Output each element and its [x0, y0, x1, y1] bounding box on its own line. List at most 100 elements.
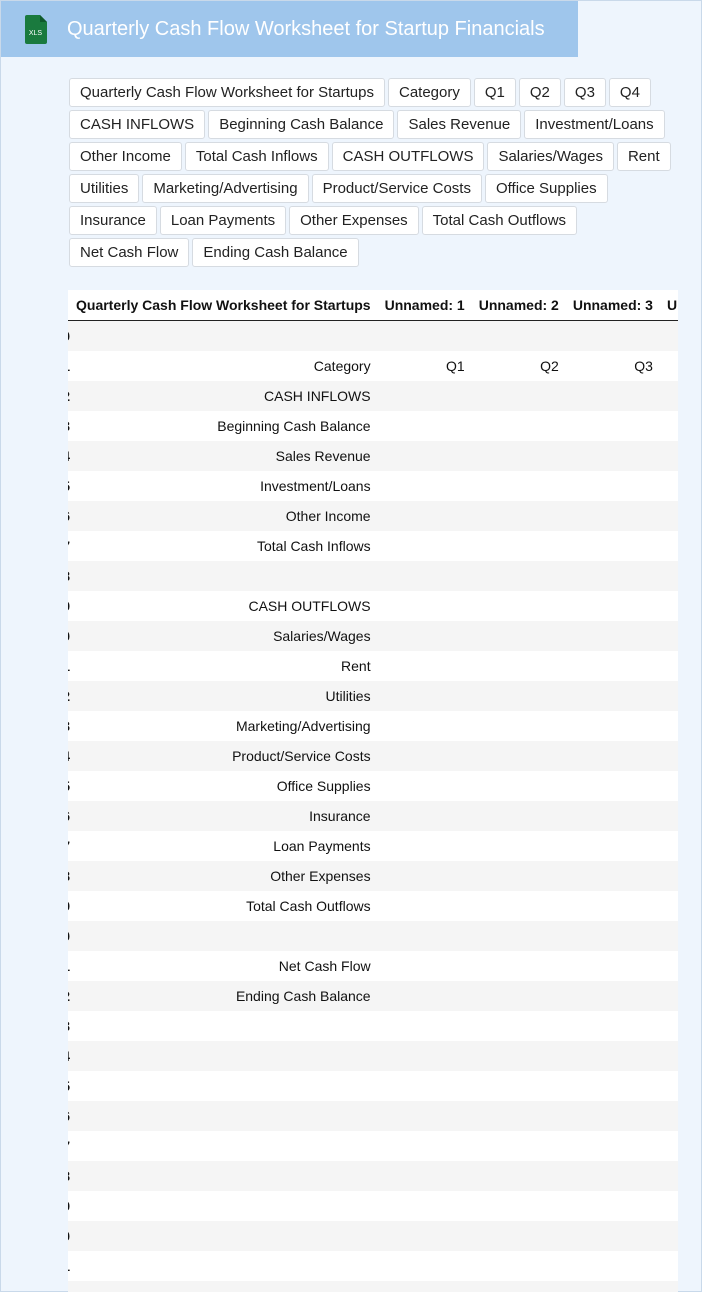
table-cell[interactable]: Salaries/Wages — [70, 621, 379, 651]
table-cell[interactable] — [472, 411, 567, 441]
table-cell[interactable] — [378, 1041, 473, 1071]
table-cell[interactable] — [660, 951, 678, 981]
table-cell[interactable] — [566, 831, 661, 861]
table-cell[interactable]: Investment/Loans — [70, 471, 379, 501]
table-cell[interactable] — [660, 711, 678, 741]
table-cell[interactable] — [660, 471, 678, 501]
table-cell[interactable] — [566, 1191, 661, 1221]
table-cell[interactable] — [472, 1221, 567, 1251]
table-cell[interactable] — [660, 1041, 678, 1071]
table-cell[interactable] — [472, 320, 567, 351]
table-cell[interactable] — [472, 1041, 567, 1071]
table-cell[interactable] — [472, 861, 567, 891]
table-cell[interactable]: Total Cash Inflows — [70, 531, 379, 561]
table-cell[interactable]: Q3 — [566, 351, 661, 381]
table-cell[interactable] — [378, 381, 473, 411]
table-cell[interactable] — [472, 1281, 567, 1292]
column-chip[interactable]: Quarterly Cash Flow Worksheet for Startu… — [69, 78, 385, 107]
table-cell[interactable]: Product/Service Costs — [70, 741, 379, 771]
table-cell[interactable] — [70, 1131, 379, 1161]
table-cell[interactable] — [472, 381, 567, 411]
table-cell[interactable] — [378, 681, 473, 711]
table-cell[interactable] — [472, 621, 567, 651]
table-cell[interactable] — [472, 951, 567, 981]
column-header[interactable]: Unnamed: 2 — [472, 290, 567, 321]
table-cell[interactable] — [660, 1011, 678, 1041]
table-cell[interactable] — [378, 1011, 473, 1041]
table-cell[interactable] — [472, 441, 567, 471]
table-cell[interactable] — [472, 591, 567, 621]
table-cell[interactable] — [378, 651, 473, 681]
table-cell[interactable] — [660, 1251, 678, 1281]
table-cell[interactable] — [660, 981, 678, 1011]
table-cell[interactable] — [378, 471, 473, 501]
table-cell[interactable]: Net Cash Flow — [70, 951, 379, 981]
table-cell[interactable] — [70, 320, 379, 351]
table-cell[interactable] — [660, 1131, 678, 1161]
table-cell[interactable] — [378, 741, 473, 771]
table-cell[interactable] — [566, 1251, 661, 1281]
column-chip[interactable]: Q4 — [608, 78, 651, 107]
table-cell[interactable] — [566, 651, 661, 681]
table-cell[interactable] — [378, 831, 473, 861]
table-cell[interactable] — [566, 711, 661, 741]
table-cell[interactable]: Q2 — [472, 351, 567, 381]
table-cell[interactable] — [660, 531, 678, 561]
table-cell[interactable] — [660, 320, 678, 351]
table-cell[interactable] — [472, 891, 567, 921]
table-cell[interactable] — [378, 981, 473, 1011]
table-cell[interactable] — [70, 1101, 379, 1131]
table-cell[interactable] — [472, 831, 567, 861]
column-chip[interactable]: CASH INFLOWS — [69, 110, 206, 139]
column-chip[interactable]: CASH OUTFLOWS — [331, 142, 485, 171]
table-cell[interactable] — [378, 1191, 473, 1221]
table-cell[interactable] — [70, 1071, 379, 1101]
table-cell[interactable] — [472, 771, 567, 801]
table-cell[interactable] — [378, 531, 473, 561]
table-cell[interactable] — [660, 1161, 678, 1191]
table-cell[interactable] — [378, 320, 473, 351]
table-cell[interactable]: Category — [70, 351, 379, 381]
table-cell[interactable] — [566, 441, 661, 471]
column-chip[interactable]: Total Cash Outflows — [421, 206, 578, 235]
column-chip[interactable]: Q3 — [563, 78, 606, 107]
table-cell[interactable]: Rent — [70, 651, 379, 681]
column-chip[interactable]: Total Cash Inflows — [184, 142, 329, 171]
table-cell[interactable] — [472, 561, 567, 591]
table-cell[interactable] — [472, 711, 567, 741]
column-header[interactable]: Unnamed: 1 — [378, 290, 473, 321]
column-header[interactable]: Quarterly Cash Flow Worksheet for Startu… — [70, 290, 379, 321]
column-chip[interactable]: Utilities — [69, 174, 140, 203]
table-cell[interactable]: Q4 — [660, 351, 678, 381]
table-cell[interactable] — [566, 981, 661, 1011]
table-cell[interactable]: Ending Cash Balance — [70, 981, 379, 1011]
table-cell[interactable] — [660, 381, 678, 411]
table-cell[interactable] — [378, 1251, 473, 1281]
column-chip[interactable]: Insurance — [69, 206, 157, 235]
table-cell[interactable] — [566, 1071, 661, 1101]
table-cell[interactable] — [70, 1011, 379, 1041]
table-cell[interactable] — [660, 1191, 678, 1221]
table-cell[interactable]: Loan Payments — [70, 831, 379, 861]
table-cell[interactable] — [660, 921, 678, 951]
column-chip[interactable]: Sales Revenue — [397, 110, 522, 139]
column-chip[interactable]: Ending Cash Balance — [192, 238, 359, 267]
table-cell[interactable] — [70, 1281, 379, 1292]
column-chip[interactable]: Other Expenses — [289, 206, 419, 235]
column-chip[interactable]: Investment/Loans — [524, 110, 665, 139]
column-chip[interactable]: Office Supplies — [484, 174, 608, 203]
table-cell[interactable] — [70, 921, 379, 951]
table-cell[interactable] — [566, 621, 661, 651]
table-cell[interactable] — [472, 501, 567, 531]
table-cell[interactable] — [378, 441, 473, 471]
column-chip[interactable]: Rent — [616, 142, 671, 171]
table-cell[interactable] — [566, 681, 661, 711]
table-cell[interactable] — [472, 801, 567, 831]
column-header[interactable]: Unnamed: 4 — [660, 290, 678, 321]
table-cell[interactable]: Other Income — [70, 501, 379, 531]
table-cell[interactable] — [566, 1041, 661, 1071]
table-cell[interactable] — [378, 771, 473, 801]
table-cell[interactable] — [472, 921, 567, 951]
table-cell[interactable] — [566, 561, 661, 591]
table-cell[interactable] — [566, 501, 661, 531]
